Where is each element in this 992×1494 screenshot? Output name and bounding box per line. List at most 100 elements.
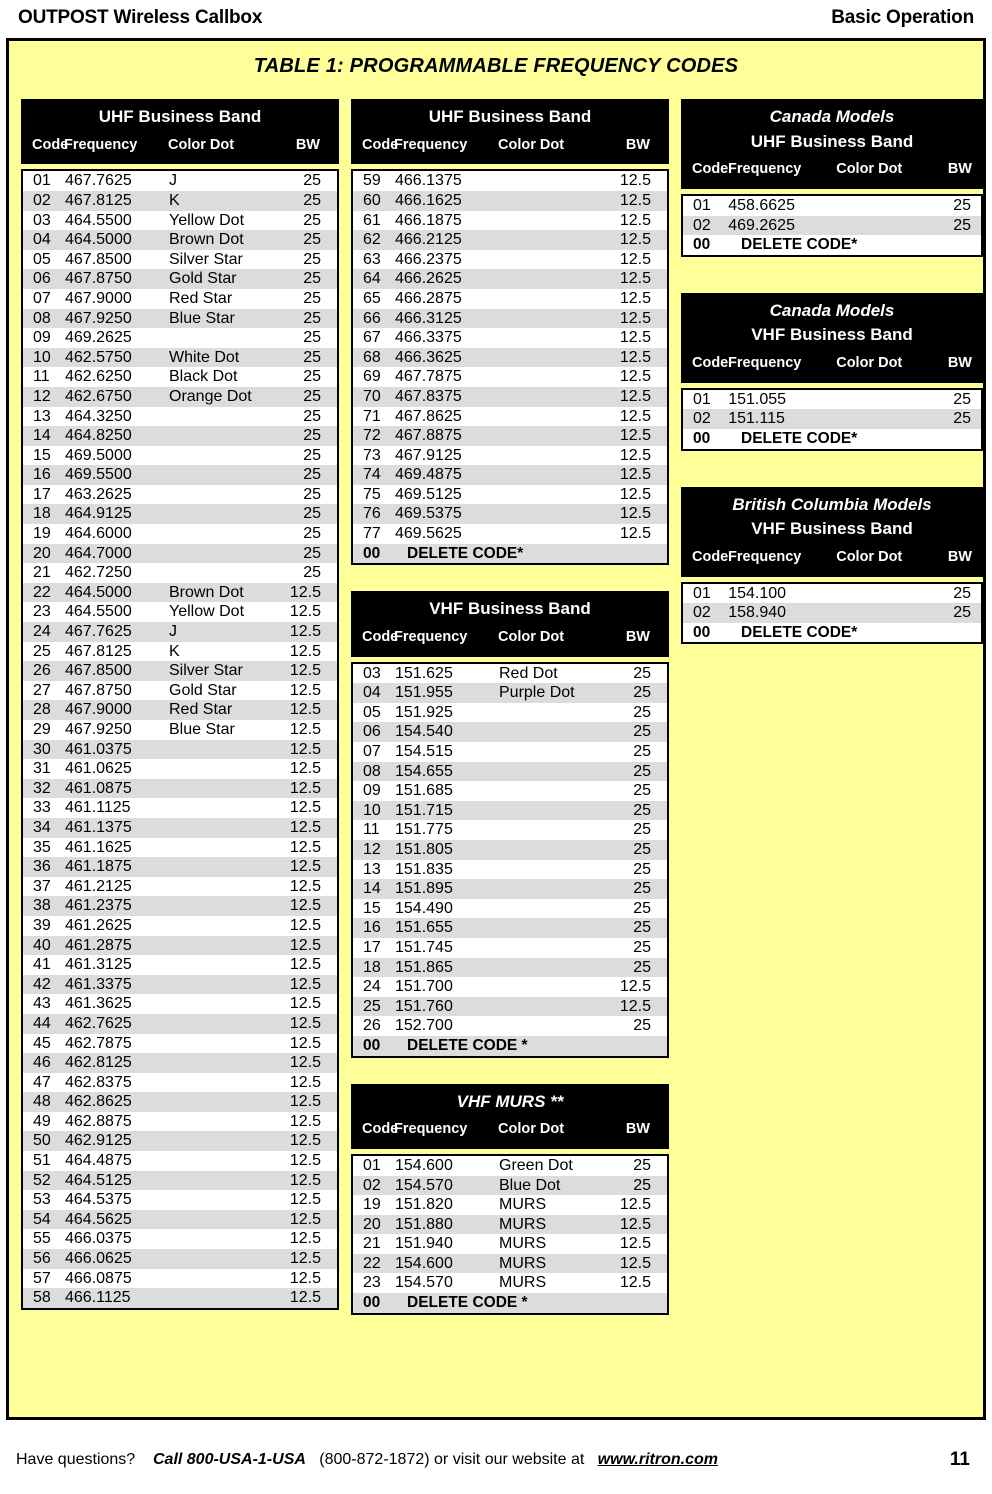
cell-code: 12 bbox=[363, 841, 381, 858]
cell-bandwidth: 25 bbox=[633, 762, 651, 780]
table-row: 22 464.5000 Brown Dot 12.5 bbox=[23, 582, 337, 603]
cell-frequency: 462.7875 bbox=[65, 1034, 132, 1052]
cell-bandwidth: 25 bbox=[303, 231, 321, 249]
cell-color-dot bbox=[499, 426, 609, 446]
table-row: 19 464.6000 25 bbox=[23, 524, 337, 544]
cell-code: 30 bbox=[33, 740, 51, 758]
cell-color-dot: MURS bbox=[499, 1235, 547, 1253]
cell-code: 22 bbox=[33, 583, 51, 601]
column-header-color-dot: Color Dot bbox=[836, 548, 903, 565]
table-row: 05 151.925 25 bbox=[353, 702, 667, 723]
cell-code: 00 bbox=[363, 544, 381, 562]
cell-bandwidth: 12.5 bbox=[289, 1171, 321, 1189]
table-row: 22 154.600 MURS 12.5 bbox=[353, 1253, 667, 1274]
cell-bandwidth: 25 bbox=[633, 919, 651, 937]
cell-frequency: 464.4875 bbox=[65, 1152, 132, 1170]
cell-frequency: 151.865 bbox=[395, 958, 453, 976]
cell-frequency: 154.515 bbox=[395, 743, 453, 761]
cell-code: 20 bbox=[33, 544, 51, 562]
cell-frequency: 467.8500 bbox=[65, 250, 132, 268]
column-3: Canada Models UHF Business Band Code Freque… bbox=[669, 99, 983, 645]
cell-color-dot bbox=[169, 524, 279, 544]
cell-code: 02 bbox=[693, 216, 711, 234]
cell-bandwidth: 25 bbox=[303, 191, 321, 209]
cell-bandwidth: 12.5 bbox=[289, 1132, 321, 1150]
table-row: 15 469.5000 25 bbox=[23, 445, 337, 466]
table-row: 74 469.4875 12.5 bbox=[353, 465, 667, 485]
table-title: TABLE 1: PROGRAMMABLE FREQUENCY CODES bbox=[253, 55, 739, 77]
cell-color-dot bbox=[499, 879, 609, 899]
cell-bandwidth: 12.5 bbox=[619, 446, 651, 464]
cell-code: 58 bbox=[33, 1289, 51, 1307]
table-row: 23 464.5500 Yellow Dot 12.5 bbox=[23, 602, 337, 623]
cell-bandwidth: 25 bbox=[303, 387, 321, 405]
running-head: OUTPOST Wireless Callbox Basic Operation bbox=[0, 0, 992, 36]
cell-frequency: 466.3625 bbox=[395, 348, 462, 366]
cell-code: 65 bbox=[363, 289, 381, 307]
cell-frequency: 467.8625 bbox=[395, 407, 462, 425]
cell-color-dot bbox=[169, 1210, 279, 1230]
cell-frequency: 151.760 bbox=[395, 997, 453, 1015]
cell-code: 75 bbox=[363, 485, 381, 503]
cell-code: 04 bbox=[363, 684, 381, 702]
cell-code: 66 bbox=[363, 309, 381, 327]
cell-frequency: 467.8750 bbox=[65, 681, 132, 699]
cell-code: 47 bbox=[33, 1073, 51, 1091]
cell-code: 09 bbox=[363, 782, 381, 800]
cell-bandwidth: 12.5 bbox=[289, 936, 321, 954]
cell-color-dot bbox=[836, 216, 934, 236]
cell-color-dot bbox=[169, 544, 279, 564]
cell-frequency: 467.8875 bbox=[395, 427, 462, 445]
cell-frequency: 464.6000 bbox=[65, 525, 132, 543]
cell-code: 60 bbox=[363, 191, 381, 209]
table-column-headers: Code Frequency Color Dot BW bbox=[352, 622, 668, 649]
cell-code: 22 bbox=[363, 1254, 381, 1272]
table-row: 02 151.115 25 bbox=[683, 409, 981, 430]
table-row: 28 467.9000 Red Star 12.5 bbox=[23, 700, 337, 721]
table-row: 26 152.700 25 bbox=[353, 1016, 667, 1036]
cell-color-dot: Blue Dot bbox=[499, 1176, 561, 1194]
cell-frequency: 154.540 bbox=[395, 723, 453, 741]
cell-color-dot: Yellow Dot bbox=[169, 211, 245, 229]
cell-frequency: 466.0875 bbox=[65, 1269, 132, 1287]
cell-color-dot bbox=[499, 958, 609, 978]
cell-frequency: 151.835 bbox=[395, 860, 453, 878]
cell-frequency: 461.0375 bbox=[65, 740, 132, 758]
cell-frequency: 151.775 bbox=[395, 821, 453, 839]
table-header-title: VHF Business Band bbox=[429, 599, 591, 619]
cell-color-dot: J bbox=[169, 172, 177, 190]
cell-code: 69 bbox=[363, 368, 381, 386]
column-header-code: Code bbox=[362, 136, 399, 153]
cell-bandwidth: 12.5 bbox=[289, 1093, 321, 1111]
table-row: 60 466.1625 12.5 bbox=[353, 190, 667, 211]
cell-code: 15 bbox=[33, 446, 51, 464]
cell-bandwidth: 12.5 bbox=[619, 231, 651, 249]
cell-frequency: 464.8250 bbox=[65, 427, 132, 445]
table-header-title: UHF Business Band bbox=[750, 131, 914, 151]
cell-frequency: 467.8125 bbox=[65, 191, 132, 209]
cell-color-dot bbox=[499, 801, 609, 821]
table-row: 51 464.4875 12.5 bbox=[23, 1151, 337, 1171]
cell-code: 70 bbox=[363, 387, 381, 405]
cell-frequency: 462.8625 bbox=[65, 1093, 132, 1111]
cell-frequency: 461.1125 bbox=[65, 799, 131, 817]
cell-frequency: 151.880 bbox=[395, 1215, 453, 1233]
table-row: 04 464.5000 Brown Dot 25 bbox=[23, 230, 337, 250]
cell-code: 20 bbox=[363, 1215, 381, 1233]
column-header-bw: BW bbox=[625, 628, 650, 645]
cell-code: 00 bbox=[693, 623, 711, 641]
cell-color-dot bbox=[169, 485, 279, 505]
cell-bandwidth: 12.5 bbox=[289, 995, 321, 1013]
cell-frequency: 151.940 bbox=[395, 1235, 453, 1253]
cell-code: 77 bbox=[363, 525, 381, 543]
cell-bandwidth: 12.5 bbox=[289, 956, 321, 974]
cell-bandwidth: 12.5 bbox=[289, 858, 321, 876]
cell-bandwidth: 12.5 bbox=[289, 760, 321, 778]
table-column-headers: Code Frequency Color Dot BW bbox=[352, 1114, 668, 1141]
table-row: 58 466.1125 12.5 bbox=[23, 1288, 337, 1308]
table-block-british-columbia-vhf: British Columbia Models VHF Business Band… bbox=[681, 486, 983, 645]
table-row: 67 466.3375 12.5 bbox=[353, 328, 667, 348]
cell-code: 46 bbox=[33, 1054, 51, 1072]
cell-code: 26 bbox=[33, 662, 51, 680]
footer-website-link[interactable]: www.ritron.com bbox=[598, 1451, 718, 1468]
